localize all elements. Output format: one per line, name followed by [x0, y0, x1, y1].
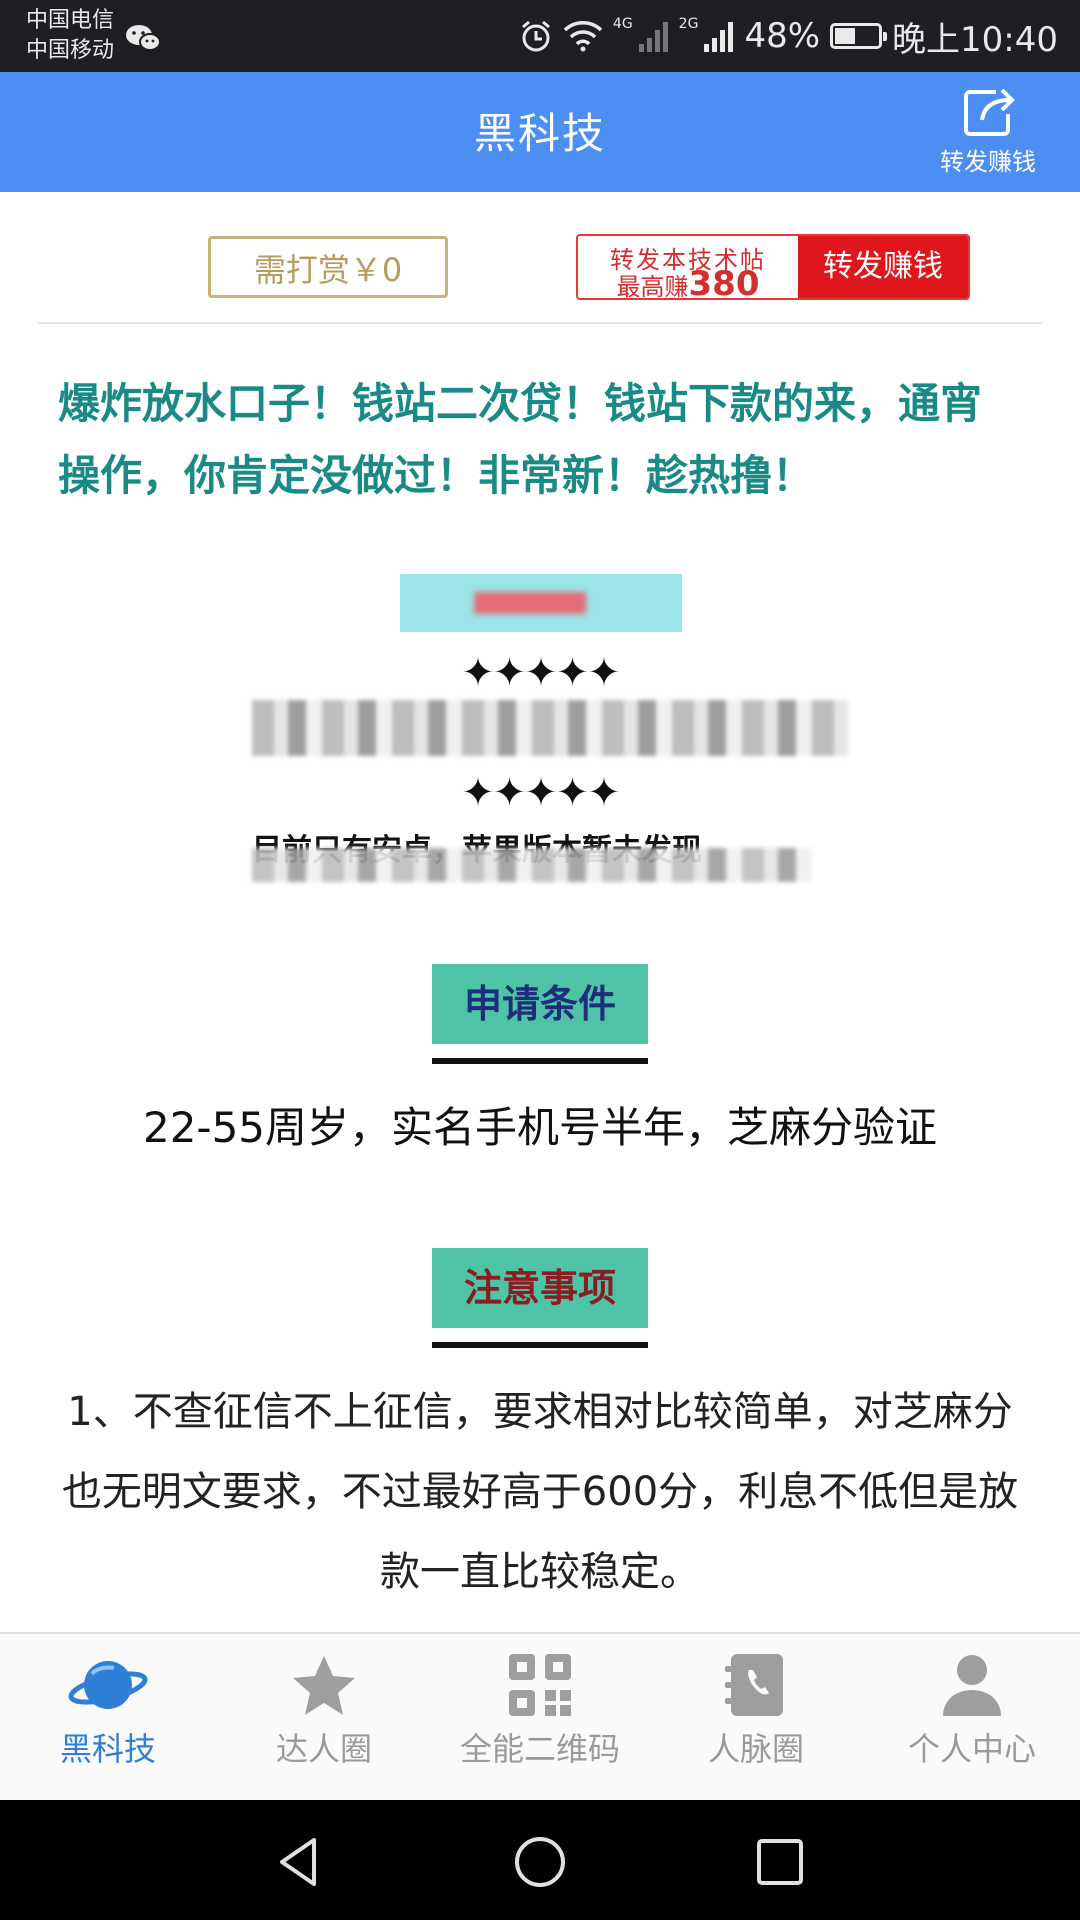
wechat-icon [126, 25, 161, 51]
signal-icon-1 [638, 20, 669, 52]
blurred-banner-text [474, 592, 586, 614]
carrier-2: 中国移动 [26, 38, 115, 63]
section-title-notes: 注意事项 [432, 1248, 648, 1328]
section-title-conditions: 申请条件 [432, 964, 648, 1044]
share-earn-button[interactable]: 转发赚钱 [932, 86, 1044, 182]
nav-label: 达人圈 [275, 1730, 372, 1768]
battery-fill [835, 28, 856, 44]
promo-text: 转发本技术帖 最高赚380 [578, 236, 798, 298]
share-icon [964, 88, 1015, 136]
nav-item-qrcode[interactable]: 全能二维码 [432, 1634, 648, 1800]
planet-icon [68, 1661, 148, 1709]
nav-item-profile[interactable]: 个人中心 [864, 1634, 1080, 1800]
conditions-text: 22-55周岁，实名手机号半年，芝麻分验证 [142, 1103, 938, 1152]
tip-button[interactable]: 需打赏￥0 [208, 236, 448, 298]
clock: 晚上10:40 [892, 19, 1058, 60]
battery-icon [830, 23, 888, 49]
pixelated-text [252, 700, 848, 756]
phone-book-icon [725, 1654, 783, 1716]
blurred-banner [400, 574, 682, 632]
promo-amount: 380 [688, 264, 760, 300]
back-icon[interactable] [270, 1832, 330, 1892]
status-bar: 中国电信 中国移动 4G 2G 48% 晚上10:40 [0, 0, 1080, 72]
nav-label: 黑科技 [59, 1730, 156, 1768]
note-paragraph: 1、不查征信不上征信，要求相对比较简单，对芝麻分也无明文要求，不过最好高于600… [61, 1389, 1019, 1595]
pixelated-text [252, 848, 812, 882]
carrier-1: 中国电信 [26, 8, 115, 33]
star-row: ✦✦✦✦✦ [461, 770, 621, 816]
share-earn-label: 转发赚钱 [940, 148, 1036, 176]
person-icon [943, 1655, 1001, 1716]
reward-row: 需打赏￥0 转发本技术帖 最高赚380 转发赚钱 [0, 192, 1080, 322]
recents-icon[interactable] [750, 1832, 810, 1892]
promo-line-2: 最高赚380 [578, 264, 798, 300]
promo-prefix: 最高赚 [616, 273, 689, 300]
alarm-icon [519, 19, 553, 53]
wifi-icon [563, 20, 603, 52]
nav-label: 全能二维码 [459, 1730, 620, 1768]
article-title: 爆炸放水口子！钱站二次贷！钱站下款的来，通宵操作，你肯定没做过！非常新！趁热撸！ [58, 379, 983, 500]
nav-label: 个人中心 [907, 1730, 1036, 1768]
forward-promo[interactable]: 转发本技术帖 最高赚380 转发赚钱 [576, 234, 970, 300]
section-underline [432, 1342, 648, 1348]
nav-item-heikeji[interactable]: 黑科技 [0, 1634, 216, 1800]
bottom-nav: 黑科技 达人圈 全能二维码 人脉圈 个人中心 [0, 1632, 1080, 1800]
nav-item-daren[interactable]: 达人圈 [216, 1634, 432, 1800]
network-type-2: 2G [678, 16, 699, 32]
divider [38, 322, 1042, 324]
page-title: 黑科技 [473, 109, 606, 158]
section-underline [432, 1058, 648, 1064]
nav-item-contacts[interactable]: 人脉圈 [648, 1634, 864, 1800]
carrier-info: 中国电信 中国移动 [26, 6, 114, 66]
app-bar: 黑科技 转发赚钱 [0, 72, 1080, 192]
qr-code-icon [509, 1654, 571, 1716]
system-nav-bar [0, 1800, 1080, 1920]
star-icon [293, 1656, 355, 1715]
signal-icon-2 [704, 20, 734, 52]
network-type-1: 4G [612, 16, 633, 32]
home-icon[interactable] [510, 1832, 570, 1892]
battery-percent: 48% [744, 16, 821, 56]
star-row: ✦✦✦✦✦ [461, 650, 621, 696]
forward-earn-button[interactable]: 转发赚钱 [798, 236, 968, 298]
nav-label: 人脉圈 [707, 1730, 804, 1768]
